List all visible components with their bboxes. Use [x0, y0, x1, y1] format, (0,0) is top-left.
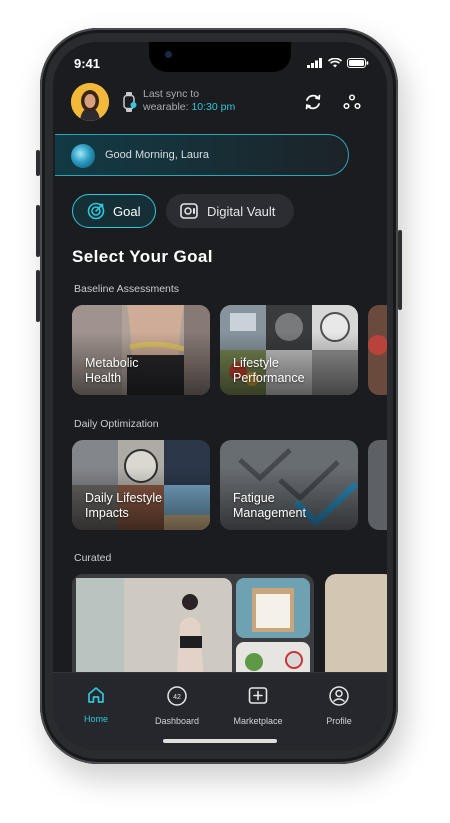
vault-icon	[180, 203, 198, 219]
nav-home[interactable]: Home	[61, 685, 131, 724]
card-metabolic-health[interactable]: Metabolic Health	[72, 305, 210, 395]
bottom-nav: Home 42 Dashboard Marketplace Profile	[53, 672, 387, 750]
dashboard-icon: 42	[167, 686, 187, 706]
sync-time: 10:30 pm	[191, 101, 236, 113]
card-title-line2: Performance	[233, 371, 305, 385]
profile-icon	[329, 686, 349, 706]
signal-icon	[307, 58, 322, 68]
curated-card-partial[interactable]	[325, 574, 387, 684]
app-header: Last sync to wearable: 10:30 pm	[53, 80, 387, 126]
sync-prefix: wearable:	[143, 101, 192, 113]
user-photo	[71, 83, 109, 121]
card-partial[interactable]	[368, 440, 387, 530]
card-title-line1: Lifestyle	[233, 356, 279, 370]
card-lifestyle-performance[interactable]: Lifestyle Performance	[220, 305, 358, 395]
curated-card-wellness[interactable]	[72, 574, 314, 684]
nav-profile[interactable]: Profile	[304, 685, 374, 726]
tab-goal-label: Goal	[113, 203, 141, 219]
home-icon	[88, 687, 104, 703]
curated-image	[72, 574, 314, 684]
sync-label: Last sync to	[143, 88, 200, 100]
nav-marketplace-label: Marketplace	[233, 716, 283, 726]
greeting-banner[interactable]: Good Morning, Laura	[55, 134, 349, 176]
greeting-text: Good Morning, Laura	[105, 149, 209, 161]
daily-cards-row: Daily Lifestyle Impacts Fatigue Management	[72, 440, 387, 530]
refresh-icon[interactable]	[303, 92, 323, 112]
card-title-line1: Fatigue	[233, 491, 275, 505]
card-fatigue-management[interactable]: Fatigue Management	[220, 440, 358, 530]
avatar[interactable]	[71, 83, 109, 121]
card-title-line1: Daily Lifestyle	[85, 491, 163, 505]
status-time: 9:41	[74, 56, 101, 71]
tab-goal[interactable]: Goal	[72, 194, 156, 228]
card-daily-lifestyle-impacts[interactable]: Daily Lifestyle Impacts	[72, 440, 210, 530]
target-icon	[87, 202, 105, 220]
tab-digital-vault[interactable]: Digital Vault	[166, 194, 294, 228]
page-title: Select Your Goal	[72, 247, 213, 266]
home-indicator	[163, 739, 277, 743]
card-title-line2: Management	[233, 506, 306, 520]
last-sync-info: Last sync to wearable: 10:30 pm	[143, 88, 235, 114]
card-title-line2: Impacts	[85, 506, 129, 520]
nav-profile-label: Profile	[326, 716, 352, 726]
section-title-baseline: Baseline Assessments	[74, 283, 180, 295]
connections-icon[interactable]	[343, 94, 361, 110]
wifi-icon	[328, 58, 342, 68]
card-title-line1: Metabolic	[85, 356, 139, 370]
section-title-curated: Curated	[74, 552, 112, 564]
section-title-daily: Daily Optimization	[74, 418, 159, 430]
tab-vault-label: Digital Vault	[207, 203, 276, 219]
card-title-line2: Health	[85, 371, 122, 385]
baseline-cards-row: Metabolic Health Lifestyle Performance	[72, 305, 387, 395]
dashboard-badge: 42	[173, 694, 181, 701]
battery-icon	[347, 58, 369, 68]
nav-dashboard-label: Dashboard	[154, 716, 200, 726]
nav-dashboard[interactable]: 42 Dashboard	[142, 685, 212, 726]
watch-icon	[123, 92, 137, 112]
nav-marketplace[interactable]: Marketplace	[223, 685, 293, 726]
nav-home-label: Home	[83, 714, 108, 724]
ai-orb-icon	[71, 144, 95, 168]
card-partial[interactable]	[368, 305, 387, 395]
app-screen: 9:41 Last sync to wearable: 10:30 pm Goo…	[53, 42, 387, 750]
plus-square-icon	[248, 687, 268, 704]
curated-row	[72, 574, 387, 684]
